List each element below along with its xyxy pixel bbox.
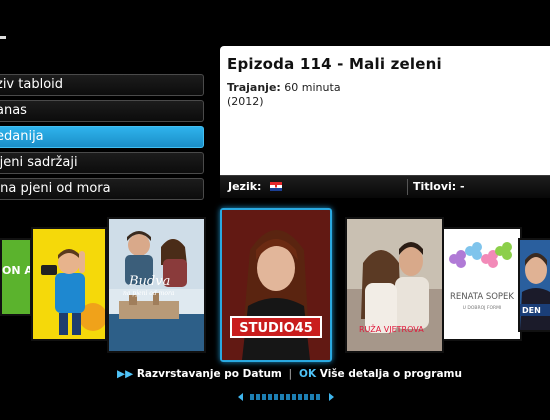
poster-budva-title: Budva — [128, 274, 170, 289]
hint-row: ▶▶ Razvrstavanje po Datum | OK Više deta… — [117, 368, 462, 380]
poster-on-ar-art: ON AR — [2, 240, 30, 314]
menu-item-label: na pjeni od mora — [0, 181, 111, 196]
menu-item-izdanija[interactable]: edanija — [0, 126, 204, 148]
duration-label: Trajanje: — [227, 81, 281, 94]
poster-studio45[interactable]: STUDIO45 — [220, 208, 332, 362]
language-label: Jezik: — [228, 180, 262, 193]
pager-dot — [286, 393, 291, 400]
poster-studio45-art: STUDIO45 — [222, 210, 330, 360]
poster-carousel: ON AR B — [0, 205, 550, 365]
carousel-pager — [238, 386, 336, 401]
menu-item-label: edanija — [0, 129, 44, 144]
menu-item-danas[interactable]: anas — [0, 100, 204, 122]
pager-left-arrow-icon[interactable] — [238, 392, 243, 401]
poster-renata-art: RENATA SOPEK U DOBROJ FORMI — [444, 229, 520, 339]
fast-forward-icon: ▶▶ — [117, 368, 134, 380]
duration-row: Trajanje: 60 minuta — [227, 81, 341, 95]
menu-item-budva[interactable]: na pjeni od mora — [0, 178, 204, 200]
pager-dot — [250, 393, 255, 400]
ok-hint[interactable]: Više detalja o programu — [316, 368, 462, 380]
episode-detail-panel: Epizoda 114 - Mali zeleni Trajanje: 60 m… — [220, 46, 550, 196]
pager-right-arrow-icon[interactable] — [329, 392, 335, 401]
subtitles-label: Titlovi: — [413, 180, 457, 193]
poster-boy-with-camera[interactable] — [31, 227, 107, 341]
pager-dot — [316, 393, 321, 400]
episode-year: (2012) — [227, 95, 264, 108]
poster-budva-subtitle: na pjeni od mora — [123, 290, 175, 297]
pager-dot — [292, 393, 297, 400]
menu-item-dodatni-sadrzaji[interactable]: ljeni sadržaji — [0, 152, 204, 174]
poster-man-in-suit[interactable]: DEN — [518, 238, 550, 332]
poster-on-ar-title: ON AR — [2, 264, 30, 277]
corner-mark — [0, 36, 6, 39]
menu-item-label: anas — [0, 103, 27, 118]
hint-separator: | — [288, 368, 293, 380]
poster-studio45-title: STUDIO45 — [239, 321, 313, 336]
croatia-flag-icon — [270, 182, 282, 191]
pager-dot — [298, 393, 303, 400]
episode-meta: Trajanje: 60 minuta (2012) — [227, 81, 341, 109]
menu-item-label: ziv tabloid — [0, 77, 64, 92]
pager-dot — [268, 393, 273, 400]
poster-ruza-vjetrova[interactable]: RUŽA VJETROVA — [345, 217, 444, 353]
subtitles-row: Titlovi: - — [413, 176, 465, 198]
poster-renata-subtitle: U DOBROJ FORMI — [463, 305, 502, 311]
episode-title: Epizoda 114 - Mali zeleni — [227, 55, 442, 73]
subtitles-value: - — [460, 180, 465, 193]
sort-hint[interactable]: Razvrstavanje po Datum — [137, 368, 282, 380]
duration-value: 60 minuta — [280, 81, 341, 94]
poster-ruza-title: RUŽA VJETROVA — [359, 323, 424, 334]
poster-boy-art — [33, 229, 105, 339]
pager-dot — [274, 393, 279, 400]
poster-renata-title: RENATA SOPEK — [450, 292, 514, 302]
poster-budva-art: Budva na pjeni od mora — [109, 219, 204, 351]
poster-man-title: DEN — [522, 306, 541, 315]
pager-dot — [256, 393, 261, 400]
language-info-bar: Jezik: Titlovi: - — [220, 175, 550, 198]
poster-budva[interactable]: Budva na pjeni od mora — [107, 217, 206, 353]
ok-key: OK — [299, 368, 317, 380]
pager-dot — [310, 393, 315, 400]
pager-dot — [280, 393, 285, 400]
pager-dot — [262, 393, 267, 400]
poster-man-art: DEN — [520, 240, 550, 330]
menu-item-label: ljeni sadržaji — [0, 155, 78, 170]
poster-on-ar[interactable]: ON AR — [0, 238, 32, 316]
pager-dot — [304, 393, 309, 400]
poster-renata-sopek[interactable]: RENATA SOPEK U DOBROJ FORMI — [442, 227, 522, 341]
info-separator — [407, 179, 408, 195]
menu-item-tabloid[interactable]: ziv tabloid — [0, 74, 204, 96]
poster-ruza-art: RUŽA VJETROVA — [347, 219, 442, 351]
